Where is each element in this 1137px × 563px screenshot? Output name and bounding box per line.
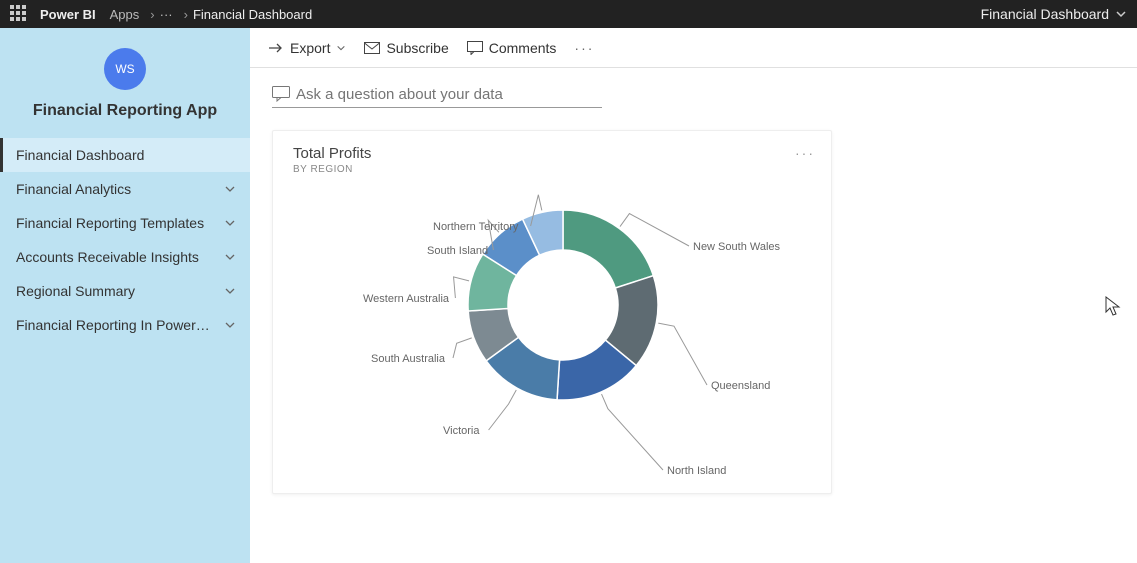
subscribe-label: Subscribe	[386, 40, 448, 56]
export-button[interactable]: Export	[268, 40, 346, 56]
more-options-button[interactable]: ···	[574, 40, 594, 56]
sidebar-item-financial-reporting-templates[interactable]: Financial Reporting Templates	[0, 206, 250, 240]
avatar-initials: WS	[115, 62, 134, 76]
chevron-down-icon	[224, 319, 236, 331]
mail-icon	[364, 42, 380, 54]
app-launcher-icon[interactable]	[10, 5, 28, 23]
sidebar-item-accounts-receivable-insights[interactable]: Accounts Receivable Insights	[0, 240, 250, 274]
tile-more-button[interactable]: ···	[795, 145, 815, 161]
chart-label: South Australia	[371, 353, 445, 365]
leader-lines	[293, 185, 813, 475]
chart-label: Northern Territory	[433, 221, 518, 233]
sidebar-item-financial-reporting-in-power[interactable]: Financial Reporting In Power…	[0, 308, 250, 342]
avatar[interactable]: WS	[104, 48, 146, 90]
chart-label: North Island	[667, 465, 726, 477]
export-label: Export	[290, 40, 330, 56]
donut-chart: New South Wales Queensland North Island Vic…	[293, 185, 813, 475]
breadcrumb-separator-icon: ›	[184, 7, 188, 22]
comments-label: Comments	[489, 40, 557, 56]
chevron-down-icon	[224, 285, 236, 297]
chevron-down-icon	[224, 217, 236, 229]
chevron-down-icon	[224, 251, 236, 263]
sidebar-item-regional-summary[interactable]: Regional Summary	[0, 274, 250, 308]
subscribe-button[interactable]: Subscribe	[364, 40, 448, 56]
export-icon	[268, 41, 284, 55]
sidebar-item-financial-analytics[interactable]: Financial Analytics	[0, 172, 250, 206]
sidebar-item-label: Financial Reporting Templates	[16, 215, 204, 231]
breadcrumb-apps[interactable]: Apps	[110, 7, 140, 22]
report-canvas: Total Profits BY REGION ··· New South Wa…	[250, 116, 1137, 563]
qna-input[interactable]	[272, 82, 602, 108]
sidebar: WS Financial Reporting App Financial Das…	[0, 28, 250, 563]
sidebar-item-label: Accounts Receivable Insights	[16, 249, 199, 265]
comments-button[interactable]: Comments	[467, 40, 557, 56]
toolbar: Export Subscribe Comments ···	[250, 28, 1137, 68]
mouse-cursor-icon	[1105, 296, 1123, 318]
sidebar-item-label: Financial Dashboard	[16, 147, 144, 163]
sidebar-item-label: Regional Summary	[16, 283, 135, 299]
top-bar: Power BI Apps › ··· › Financial Dashboar…	[0, 0, 1137, 28]
chart-label: Victoria	[443, 425, 479, 437]
breadcrumb-ellipsis[interactable]: ···	[160, 7, 173, 22]
sidebar-item-financial-dashboard[interactable]: Financial Dashboard	[0, 138, 250, 172]
tile-subtitle: BY REGION	[293, 164, 811, 175]
comment-icon	[467, 41, 483, 55]
chevron-down-icon	[224, 183, 236, 195]
sidebar-item-label: Financial Reporting In Power…	[16, 317, 210, 333]
tile-total-profits[interactable]: Total Profits BY REGION ··· New South Wa…	[272, 130, 832, 494]
breadcrumb-separator-icon: ›	[150, 7, 154, 22]
dashboard-selector-label: Financial Dashboard	[981, 6, 1109, 22]
chart-label: South Island	[427, 245, 488, 257]
sidebar-item-label: Financial Analytics	[16, 181, 131, 197]
chevron-down-icon	[1115, 8, 1127, 20]
chevron-down-icon	[336, 43, 346, 53]
chart-label: Western Australia	[363, 293, 449, 305]
dashboard-selector[interactable]: Financial Dashboard	[981, 6, 1127, 22]
main-area: Export Subscribe Comments ··· Total Prof…	[250, 28, 1137, 563]
brand-label: Power BI	[40, 7, 96, 22]
tile-title: Total Profits	[293, 145, 811, 162]
chart-label: Queensland	[711, 380, 770, 392]
app-title: Financial Reporting App	[0, 102, 250, 120]
qna-bar	[250, 68, 1137, 116]
chart-label: New South Wales	[693, 241, 780, 253]
breadcrumb-current: Financial Dashboard	[193, 7, 312, 22]
